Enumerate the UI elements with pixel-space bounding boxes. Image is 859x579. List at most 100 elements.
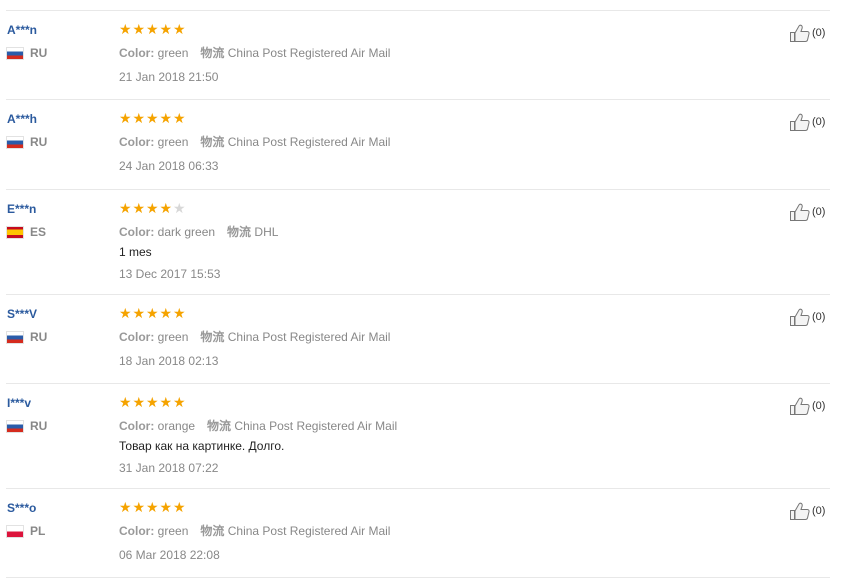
star-rating: ★ ★ ★ ★ ★ — [119, 111, 187, 125]
review-item: S***V RU ★ ★ ★ ★ ★ Color: green 物流 China Post Re… — [6, 294, 830, 384]
color-label: Color: — [119, 135, 155, 149]
review-date: 13 Dec 2017 15:53 — [119, 267, 221, 281]
star-filled-icon: ★ — [146, 394, 159, 410]
star-filled-icon: ★ — [159, 21, 173, 37]
color-value: green — [157, 330, 189, 344]
star-filled-icon: ★ — [159, 394, 173, 410]
star-filled-icon: ★ — [173, 110, 186, 126]
flag-icon — [7, 331, 23, 343]
star-filled-icon: ★ — [146, 305, 159, 321]
star-filled-icon: ★ — [119, 110, 132, 126]
review-comment: Товар как на картинке. Долго. — [119, 439, 285, 453]
order-info: Color: green 物流 China Post Registered Air… — [119, 133, 390, 150]
country-code: PL — [30, 524, 46, 538]
star-filled-icon: ★ — [132, 200, 146, 216]
helpful-button[interactable]: (0) — [790, 113, 825, 131]
star-filled-icon: ★ — [159, 200, 173, 216]
star-filled-icon: ★ — [119, 305, 132, 321]
star-rating: ★ ★ ★ ★ ★ — [119, 22, 187, 36]
shipping-value: DHL — [254, 225, 279, 239]
helpful-button[interactable]: (0) — [790, 502, 825, 520]
reviewer-name[interactable]: I***v — [7, 396, 31, 410]
reviewer-country: PL — [7, 524, 45, 538]
helpful-count: (0) — [812, 116, 826, 128]
star-filled-icon: ★ — [132, 394, 146, 410]
reviewer-country: RU — [7, 135, 47, 149]
star-filled-icon: ★ — [173, 305, 186, 321]
review-date: 24 Jan 2018 06:33 — [119, 159, 219, 173]
divider — [6, 577, 830, 578]
review-date: 06 Mar 2018 22:08 — [119, 548, 220, 562]
shipping-value: China Post Registered Air Mail — [227, 46, 391, 60]
star-filled-icon: ★ — [119, 200, 132, 216]
reviewer-country: RU — [7, 419, 47, 433]
review-item: S***o PL ★ ★ ★ ★ ★ Color: green 物流 China Post Re… — [6, 488, 830, 578]
star-filled-icon: ★ — [146, 21, 159, 37]
reviewer-name[interactable]: E***n — [7, 202, 36, 216]
color-value: dark green — [157, 225, 216, 239]
order-info: Color: green 物流 China Post Registered Air… — [119, 328, 390, 345]
thumbs-up-icon — [790, 308, 810, 326]
thumbs-up-icon — [790, 397, 810, 415]
star-filled-icon: ★ — [119, 394, 132, 410]
shipping-label: 物流 — [227, 225, 252, 239]
reviewer-country: RU — [7, 330, 47, 344]
reviewer-name[interactable]: A***n — [7, 23, 37, 37]
reviewer-country: ES — [7, 225, 46, 239]
star-filled-icon: ★ — [159, 110, 173, 126]
flag-icon — [7, 136, 23, 148]
color-value: orange — [157, 419, 196, 433]
flag-icon — [7, 226, 23, 238]
shipping-value: China Post Registered Air Mail — [227, 135, 391, 149]
helpful-count: (0) — [812, 505, 826, 517]
reviewer-name[interactable]: A***h — [7, 112, 37, 126]
color-value: green — [157, 46, 189, 60]
star-filled-icon: ★ — [146, 200, 159, 216]
color-value: green — [157, 524, 189, 538]
helpful-count: (0) — [812, 400, 826, 412]
reviewer-name[interactable]: S***V — [7, 307, 37, 321]
review-item: A***h RU ★ ★ ★ ★ ★ Color: green 物流 China Post Re… — [6, 99, 830, 190]
helpful-count: (0) — [812, 206, 826, 218]
country-code: RU — [30, 46, 48, 60]
helpful-button[interactable]: (0) — [790, 24, 825, 42]
star-rating: ★ ★ ★ ★ ★ — [119, 500, 187, 514]
star-filled-icon: ★ — [132, 305, 146, 321]
star-filled-icon: ★ — [119, 21, 132, 37]
star-filled-icon: ★ — [173, 21, 186, 37]
color-label: Color: — [119, 330, 155, 344]
star-filled-icon: ★ — [146, 110, 159, 126]
star-filled-icon: ★ — [132, 499, 146, 515]
order-info: Color: orange 物流 China Post Registered Ai… — [119, 417, 397, 434]
shipping-label: 物流 — [200, 46, 225, 60]
color-value: green — [157, 135, 189, 149]
thumbs-up-icon — [790, 203, 810, 221]
review-date: 18 Jan 2018 02:13 — [119, 354, 219, 368]
country-code: RU — [30, 419, 48, 433]
star-filled-icon: ★ — [159, 499, 173, 515]
reviewer-name[interactable]: S***o — [7, 501, 36, 515]
helpful-count: (0) — [812, 27, 826, 39]
flag-icon — [7, 47, 23, 59]
country-code: ES — [30, 225, 47, 239]
shipping-label: 物流 — [200, 524, 225, 538]
star-filled-icon: ★ — [146, 499, 159, 515]
helpful-count: (0) — [812, 311, 826, 323]
star-rating: ★ ★ ★ ★ ★ — [119, 306, 187, 320]
shipping-value: China Post Registered Air Mail — [227, 524, 391, 538]
star-filled-icon: ★ — [132, 110, 146, 126]
review-item: I***v RU ★ ★ ★ ★ ★ Color: orange 物流 China Post R… — [6, 383, 830, 489]
thumbs-up-icon — [790, 113, 810, 131]
star-rating: ★ ★ ★ ★ ★ — [119, 201, 187, 215]
review-date: 31 Jan 2018 07:22 — [119, 461, 219, 475]
country-code: RU — [30, 330, 48, 344]
helpful-button[interactable]: (0) — [790, 397, 825, 415]
flag-icon — [7, 525, 23, 537]
review-item: A***n RU ★ ★ ★ ★ ★ Color: green 物流 China Post Re… — [6, 10, 830, 100]
helpful-button[interactable]: (0) — [790, 308, 825, 326]
helpful-button[interactable]: (0) — [790, 203, 825, 221]
shipping-value: China Post Registered Air Mail — [234, 419, 398, 433]
color-label: Color: — [119, 419, 155, 433]
star-filled-icon: ★ — [132, 21, 146, 37]
color-label: Color: — [119, 524, 155, 538]
